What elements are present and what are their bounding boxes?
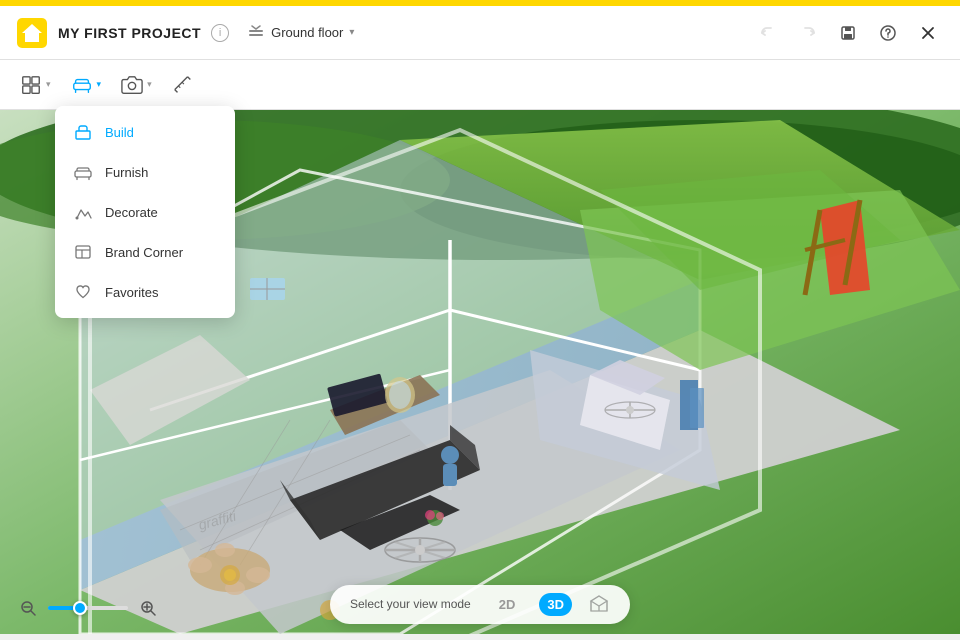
camera-icon [121,74,143,96]
view-3d-button[interactable]: 3D [539,593,572,616]
zoom-slider[interactable] [48,606,128,610]
menu-item-decorate[interactable]: Decorate [55,192,235,232]
brand-corner-icon [73,242,93,262]
floor-label: Ground floor [271,25,343,40]
dollhouse-icon[interactable] [588,593,610,615]
redo-button[interactable] [792,17,824,49]
floor-plan-tool-button[interactable]: ▾ [10,68,61,102]
camera-tool-button[interactable]: ▾ [111,68,162,102]
floor-plan-icon [20,74,42,96]
menu-item-favorites-label: Favorites [105,285,158,300]
menu-item-build[interactable]: Build [55,112,235,152]
floor-plan-chevron: ▾ [46,79,51,90]
floor-chevron-icon: ▾ [349,27,354,38]
help-button[interactable] [872,17,904,49]
menu-item-favorites[interactable]: Favorites [55,272,235,312]
header: MY FIRST PROJECT i Ground floor ▾ [0,6,960,60]
favorites-icon [73,282,93,302]
decorate-icon [73,202,93,222]
menu-item-decorate-label: Decorate [105,205,158,220]
dropdown-menu: Build Furnish Decorate [55,106,235,318]
menu-item-brand-corner[interactable]: Brand Corner [55,232,235,272]
build-icon [73,122,93,142]
menu-item-brand-corner-label: Brand Corner [105,245,183,260]
zoom-bar [16,596,160,620]
menu-item-furnish-label: Furnish [105,165,148,180]
view-mode-label: Select your view mode [350,597,471,611]
menu-item-furnish[interactable]: Furnish [55,152,235,192]
furnish-chevron: ▾ [97,79,102,90]
close-button[interactable] [912,17,944,49]
camera-chevron: ▾ [147,79,152,90]
furnish-icon [71,74,93,96]
save-button[interactable] [832,17,864,49]
measure-icon [172,74,194,96]
header-right [752,17,944,49]
zoom-thumb[interactable] [73,601,87,615]
zoom-in-button[interactable] [136,596,160,620]
undo-button[interactable] [752,17,784,49]
toolbar: ▾ ▾ ▾ [0,60,960,110]
menu-item-build-label: Build [105,125,134,140]
floor-selector[interactable]: Ground floor ▾ [239,20,362,46]
house-icon [16,17,48,49]
measure-tool-button[interactable] [162,68,204,102]
furnish-menu-icon [73,162,93,182]
view-2d-button[interactable]: 2D [491,593,524,616]
floors-icon [247,24,265,42]
furnish-tool-button[interactable]: ▾ [61,68,112,102]
zoom-out-button[interactable] [16,596,40,620]
view-mode-panel: Select your view mode 2D 3D [330,585,630,624]
project-title: MY FIRST PROJECT [58,25,201,41]
header-left: MY FIRST PROJECT i Ground floor ▾ [16,17,362,49]
info-icon[interactable]: i [211,24,229,42]
